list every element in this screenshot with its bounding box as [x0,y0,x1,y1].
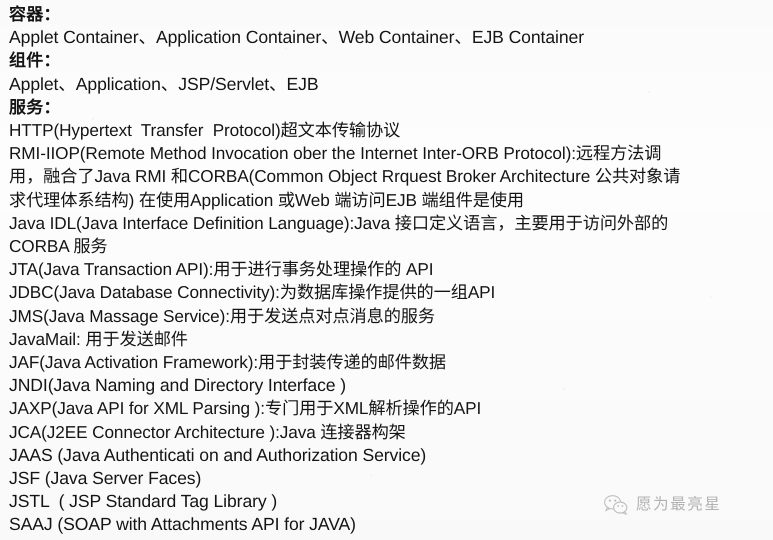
document-line: 求代理体系结构) 在使用Application 或Web 端访问EJB 端组件是… [9,189,525,210]
document-line: SAAJ (SOAP with Attachments API for JAVA… [9,514,356,535]
document-line: 用，融合了Java RMI 和CORBA(Common Object Rrque… [9,166,681,187]
document-line: JMS(Java Massage Service):用于发送点对点消息的服务 [9,305,435,326]
document-text-body: 容器： Applet Container、Application Containe… [9,3,769,540]
document-line: Java IDL(Java Interface Definition Langu… [9,212,669,233]
document-line: JAF(Java Activation Framework):用于封装传递的邮件… [9,352,447,373]
watermark: 愿为最亮星 [603,494,722,516]
document-line: HTTP(Hypertext Transfer Protocol)超文本传输协议 [9,120,401,141]
document-line: CORBA 服务 [9,236,108,257]
document-line: JAXP(Java API for XML Parsing ):专门用于XML解… [9,398,482,419]
document-line: JSF (Java Server Faces) [9,468,202,489]
document-line: JNDI(Java Naming and Directory Interface… [9,375,347,396]
document-line: JTA(Java Transaction API):用于进行事务处理操作的 AP… [9,259,434,280]
document-line: 容器： [9,5,61,24]
document-page: 容器： Applet Container、Application Containe… [0,0,773,540]
document-line: JDBC(Java Database Connectivity):为数据库操作提… [9,282,496,303]
document-line: JavaMail: 用于发送邮件 [9,328,188,349]
document-line: 组件： [9,51,61,71]
document-line: RMI-IIOP(Remote Method Invocation ober t… [9,143,662,164]
wechat-logo-icon [603,494,629,516]
document-line: 服务： [9,97,61,117]
document-line: JCA(J2EE Connector Architecture ):Java 连… [9,421,406,442]
document-line: Applet Container、Application Container、W… [9,27,584,48]
document-line: Applet、Application、JSP/Servlet、EJB [9,73,319,94]
document-line: JAAS (Java Authenticati on and Authoriza… [9,444,427,465]
watermark-label: 愿为最亮星 [636,496,722,514]
